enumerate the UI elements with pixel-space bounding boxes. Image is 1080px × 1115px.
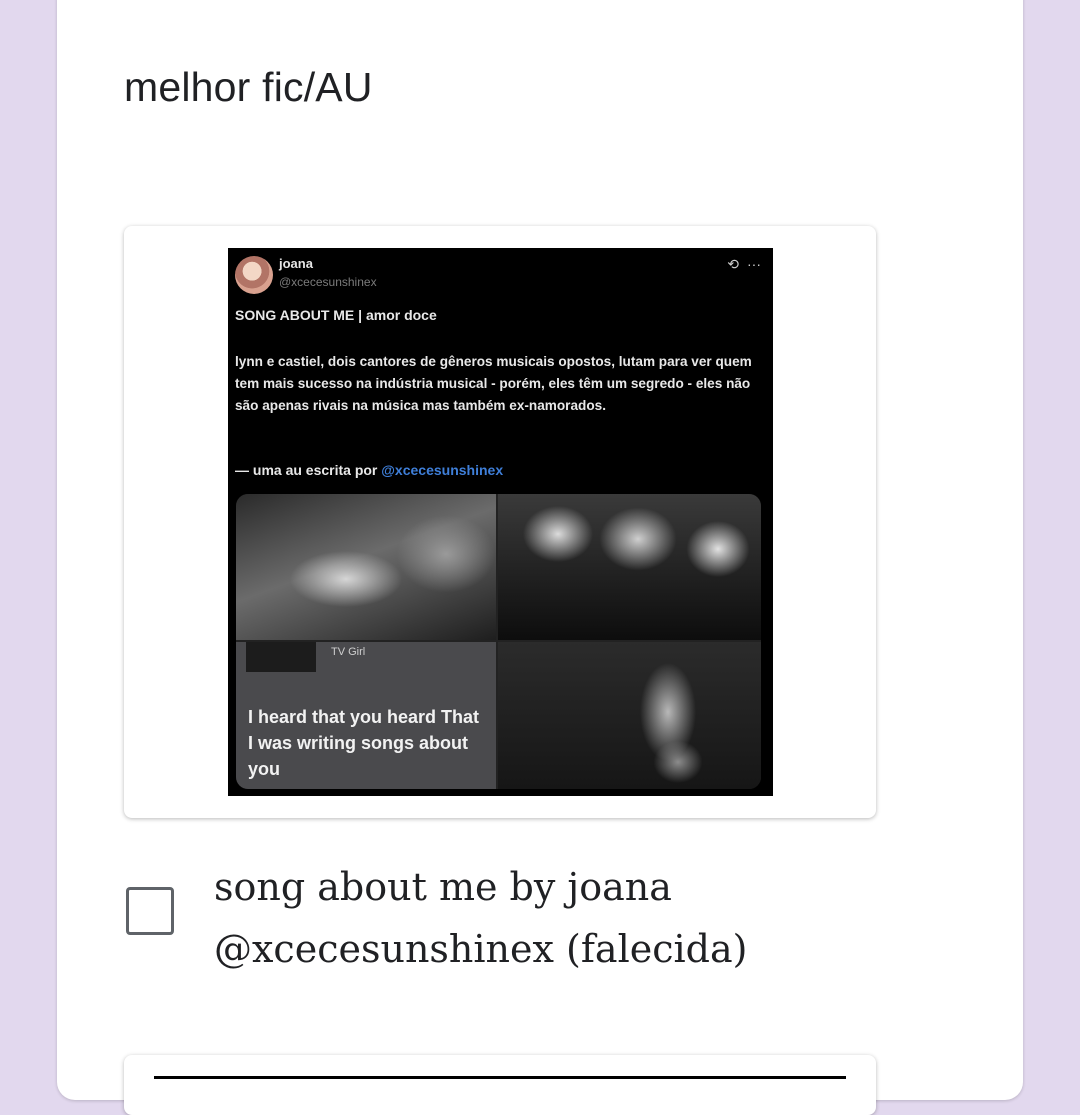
media-photo-couch <box>236 494 496 640</box>
tweet-action-icons: ⟲ ··· <box>719 256 761 273</box>
repost-icon: ⟲ <box>727 256 739 272</box>
lyrics-text: I heard that you heard That I was writin… <box>248 707 480 779</box>
tweet-media-grid: TV Girl I heard that you heard That I wa… <box>236 494 761 789</box>
tweet-author-name: joana <box>279 256 313 271</box>
avatar <box>235 256 273 294</box>
media-lyrics-card: TV Girl I heard that you heard That I wa… <box>236 642 496 789</box>
tweet-title: SONG ABOUT ME | amor doce <box>235 307 437 323</box>
tweet-screenshot-image: joana @xcecesunshinex ⟲ ··· SONG ABOUT ME… <box>228 248 773 796</box>
lyrics-artist: TV Girl <box>331 646 366 658</box>
option-label[interactable]: song about me by joana @xcecesunshinex (… <box>214 856 854 980</box>
question-title: melhor fic/AU <box>124 64 373 110</box>
option-checkbox[interactable] <box>126 887 174 935</box>
media-photo-grammys <box>498 494 761 640</box>
more-icon: ··· <box>747 256 761 272</box>
tweet-author-handle: @xcecesunshinex <box>279 275 377 289</box>
tweet-credit: — uma au escrita por @xcecesunshinex <box>235 462 503 478</box>
media-photo-performer <box>498 642 761 789</box>
tweet-body: lynn e castiel, dois cantores de gêneros… <box>235 354 752 413</box>
tweet-credit-prefix: — uma au escrita por <box>235 462 382 478</box>
album-thumbnail <box>246 642 316 672</box>
next-option-image-card <box>124 1055 876 1115</box>
tweet-mention: @xcecesunshinex <box>381 462 504 478</box>
